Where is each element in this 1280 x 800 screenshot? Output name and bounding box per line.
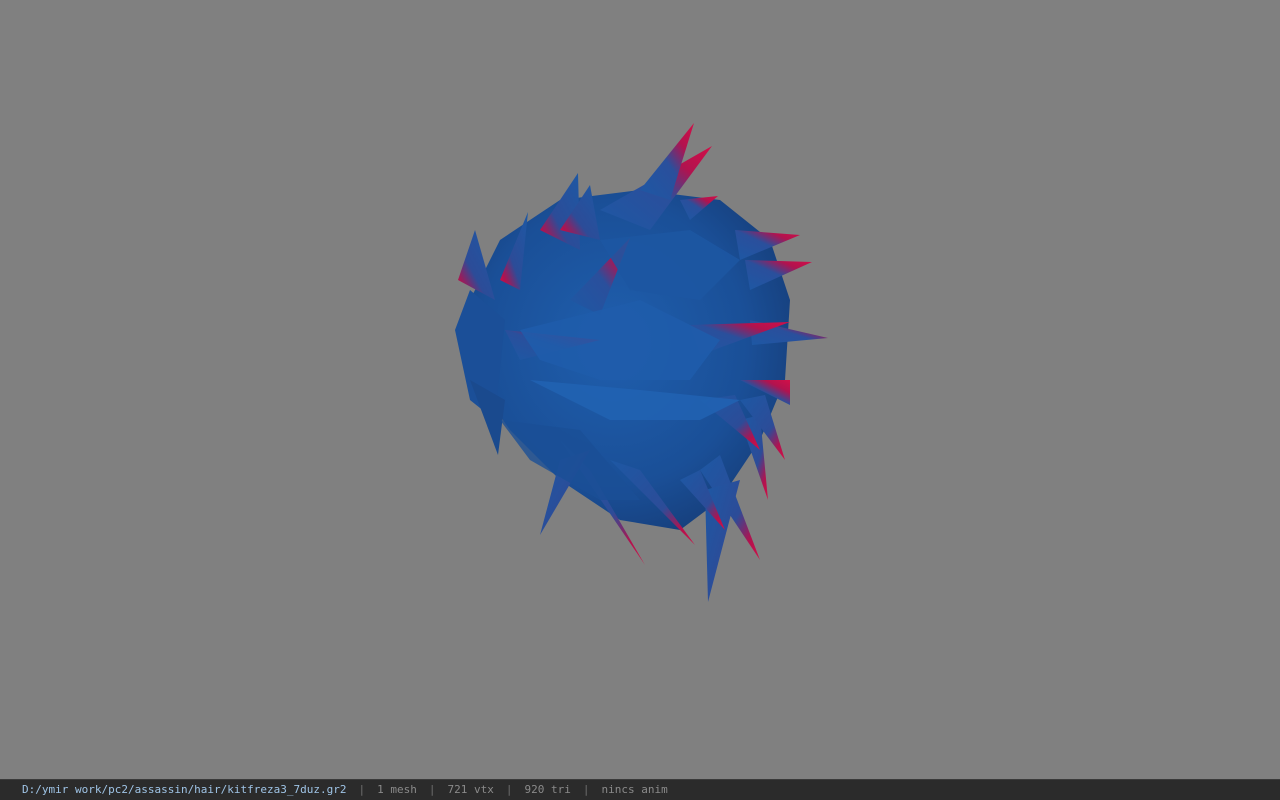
vertex-count-label: 721 vtx bbox=[447, 783, 494, 796]
status-separator: | bbox=[505, 783, 513, 796]
status-separator: | bbox=[428, 783, 436, 796]
file-path-label: D:/ymir work/pc2/assassin/hair/kitfreza3… bbox=[22, 783, 347, 796]
status-separator: | bbox=[582, 783, 590, 796]
hair-mesh-model[interactable] bbox=[0, 0, 1280, 779]
3d-viewport[interactable] bbox=[0, 0, 1280, 779]
status-bar: D:/ymir work/pc2/assassin/hair/kitfreza3… bbox=[0, 779, 1280, 800]
status-separator: | bbox=[358, 783, 366, 796]
animation-status-label: nincs anim bbox=[601, 783, 668, 796]
triangle-count-label: 920 tri bbox=[524, 783, 571, 796]
mesh-count-label: 1 mesh bbox=[377, 783, 417, 796]
